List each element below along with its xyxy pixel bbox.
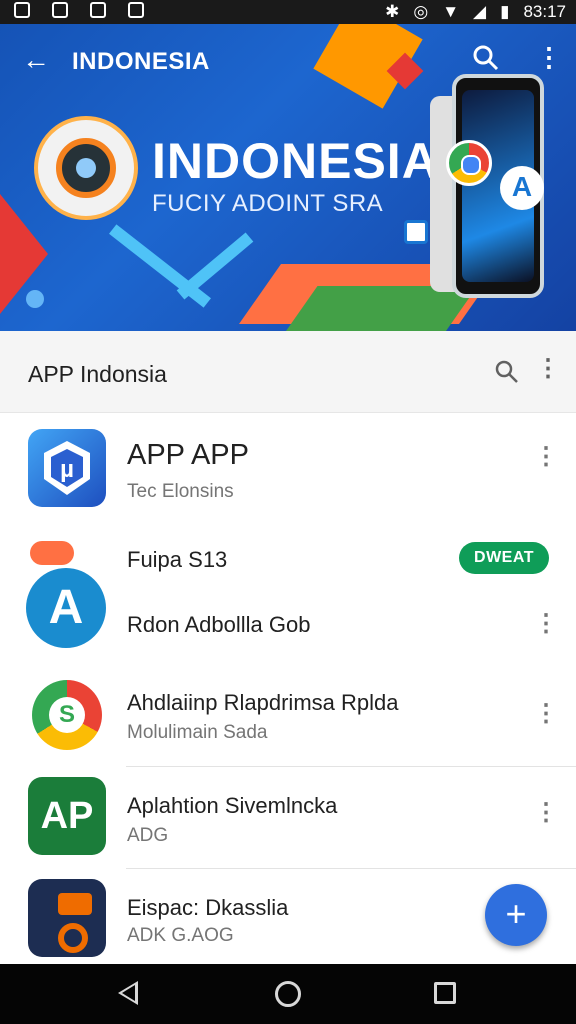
add-fab-button[interactable]: + [485,884,547,946]
navigation-bar [0,964,576,1024]
notification-icon [14,2,30,18]
app-title: Eispac: Dkasslia [127,895,289,920]
status-bar: ✱ ◎ ▼ ◢ ▮ 83:17 [0,0,576,24]
more-vert-icon[interactable]: ⋮ [536,357,560,381]
list-item[interactable]: µ APP APP Tec Elonsins ⋮ [0,413,576,523]
app-subtitle: ADG [127,825,169,846]
more-vert-icon[interactable]: ⋮ [534,702,558,726]
app-title: Rdon Adbollla Gob [127,612,311,637]
decor-shape [109,224,211,308]
list-item[interactable]: S Ahdlaiinp Rlapdrimsa Rplda Molulimain … [0,676,576,766]
nav-back-icon[interactable] [118,981,138,1005]
decor-shape [282,286,478,331]
app-title: Aplahtion Sivemlncka [127,793,338,818]
decor-app-icon [404,220,428,244]
signal-icon: ◢ [473,2,487,21]
decor-shape [176,232,254,300]
notification-icon [128,2,144,18]
more-vert-icon[interactable]: ⋮ [534,612,558,636]
hero-title: INDONESIA [152,133,439,189]
status-notification-icons [14,2,144,18]
app-bar: APP Indonsia ⋮ [0,331,576,413]
app-title: APP APP [127,439,249,471]
vibrate-icon: ◎ [413,2,429,21]
chrome-icon [446,140,492,186]
compass-icon [26,290,44,308]
hero-banner: ← INDONESIA ⋮ INDONESIA FUCIY ADOINT SRA… [0,24,576,331]
search-icon[interactable] [472,44,500,77]
battery-icon: ▮ [500,2,510,21]
list-item[interactable]: A Rdon Adbollla Gob ⋮ [0,566,576,676]
app-letter-a-icon: A [26,568,106,648]
app-tools-icon [28,879,106,957]
wifi-icon: ▼ [442,2,460,21]
app-chrome-style-icon: S [32,680,102,750]
status-system-icons: ✱ ◎ ▼ ◢ ▮ 83:17 [385,2,566,22]
svg-text:µ: µ [60,456,74,483]
nav-recents-icon[interactable] [434,982,456,1004]
notification-icon [90,2,106,18]
clock: 83:17 [523,2,566,21]
bluetooth-icon: ✱ [385,2,400,21]
nav-home-icon[interactable] [275,981,301,1007]
app-subtitle: Tec Elonsins [127,481,234,502]
notification-icon [52,2,68,18]
more-vert-icon[interactable]: ⋮ [536,44,562,70]
app-bar-title: APP Indonsia [28,361,167,387]
more-vert-icon[interactable]: ⋮ [534,445,558,469]
app-ap-icon: AP [28,777,106,855]
app-small-icon [30,541,74,565]
app-title: Ahdlaiinp Rlapdrimsa Rplda [127,690,399,715]
hero-header-title: INDONESIA [72,48,210,75]
app-subtitle: ADK G.AOG [127,925,234,946]
more-vert-icon[interactable]: ⋮ [534,801,558,825]
list-item[interactable]: AP Aplahtion Sivemlncka ADG ⋮ [0,767,576,867]
search-icon[interactable] [494,359,520,390]
app-subtitle: Molulimain Sada [127,722,268,743]
hero-subtitle: FUCIY ADOINT SRA [152,190,384,217]
camera-logo-icon [34,116,138,220]
app-store-icon: A [500,166,544,210]
app-shield-icon: µ [28,429,106,507]
back-icon[interactable]: ← [22,46,50,74]
